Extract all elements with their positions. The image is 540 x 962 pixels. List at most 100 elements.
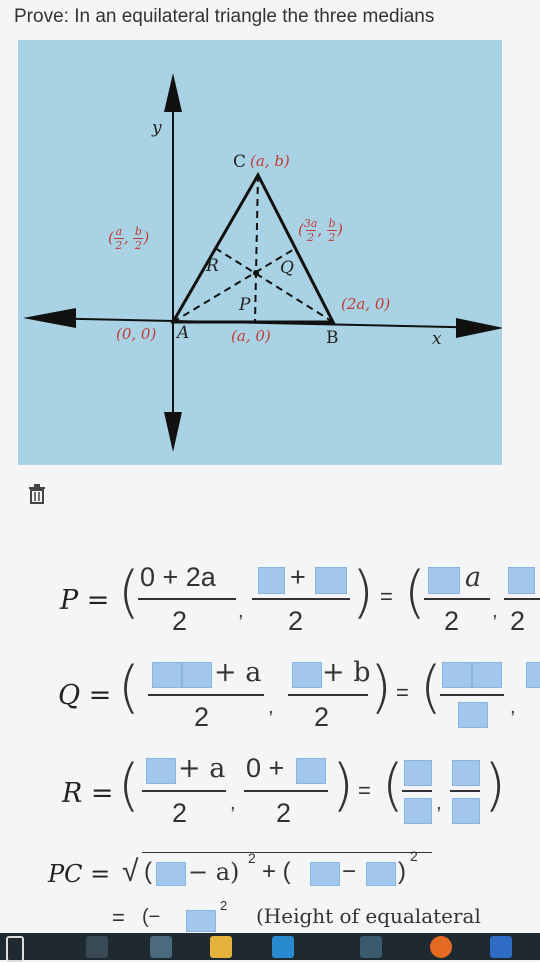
eq-P-equals: =: [380, 584, 393, 609]
eq-R-comma-2: ,: [436, 792, 442, 814]
folder-icon[interactable]: [210, 936, 232, 958]
eq-PC-input-2[interactable]: [310, 862, 340, 886]
point-Q-coord: (3a 2, b 2): [298, 217, 343, 244]
eq-PC-input-1[interactable]: [156, 862, 186, 886]
eq-P-num2: +: [290, 562, 306, 592]
eq-PC-open: (: [144, 858, 152, 885]
eq-P-den1: 2: [172, 606, 188, 636]
eq-R-fracline4: [450, 790, 480, 792]
eq-PC-sq2: 2: [410, 848, 418, 864]
eq-R-open-paren-2: (: [382, 753, 404, 818]
eq-Q-den2: 2: [314, 702, 330, 732]
eq-P-den4: 2: [510, 606, 526, 636]
eq-PC-lhs: PC =: [48, 860, 111, 888]
median-AQ: [172, 247, 297, 323]
eq-Q-num2: + b: [322, 657, 371, 688]
eq-P-fracline3: [424, 598, 490, 600]
eq-P-num1: 0 + 2a: [140, 562, 216, 592]
eq-Q-num1: + a: [214, 657, 262, 688]
point-A-label: A: [177, 323, 190, 343]
eq-PC-close: ): [398, 858, 406, 885]
eq-Q-input-3[interactable]: [292, 662, 322, 688]
eq-R-input-4[interactable]: [404, 798, 432, 824]
eq-next-input-1[interactable]: [186, 910, 216, 932]
eq-R-input-2[interactable]: [296, 758, 326, 784]
eq-P-input-1[interactable]: [258, 567, 285, 594]
eq-PC-sqrt-bar: [142, 852, 432, 853]
eq-Q-input-4[interactable]: [442, 662, 472, 688]
eq-R-input-3[interactable]: [404, 760, 432, 786]
coordinate-diagram: y x C (a, b) A (0, 0) B (2a, 0) P (a, 0)…: [18, 40, 502, 465]
eq-Q-input-5[interactable]: [472, 662, 502, 688]
point-A-coord: (0, 0): [116, 325, 157, 343]
eq-R-close-paren: ): [332, 753, 354, 818]
eq-next-sq: 2: [220, 898, 228, 913]
x-axis-arrow-left: [23, 308, 76, 328]
triangle-ABC: [170, 171, 336, 324]
eq-R-num2: 0 +: [246, 753, 285, 783]
eq-Q-equals: =: [396, 680, 409, 705]
app-icon-1[interactable]: [86, 936, 108, 958]
eq-P-open-paren: (: [118, 560, 140, 625]
point-Q-label: Q: [280, 258, 294, 278]
eq-P-den3: 2: [444, 606, 460, 636]
eq-Q-fracline2: [288, 694, 368, 696]
eq-PC-minus: −: [342, 858, 357, 885]
eq-PC-input-3[interactable]: [366, 862, 396, 886]
x-axis-label: x: [432, 329, 442, 349]
eq-next-part: (−: [142, 906, 161, 928]
eq-Q-open-paren: (: [118, 655, 140, 720]
eq-R-equals: =: [358, 778, 371, 803]
eq-Q-input-7[interactable]: [526, 662, 540, 688]
eq-R-lhs: R =: [62, 778, 114, 809]
eq-PC-sq1: 2: [248, 850, 256, 866]
eq-Q-fracline3: [440, 694, 504, 696]
point-C-coord: (a, b): [250, 152, 290, 170]
eq-P-num3: a: [465, 562, 482, 593]
eq-P-den2: 2: [288, 606, 304, 636]
centroid-point: [253, 270, 259, 276]
eq-Q-close-paren: ): [370, 655, 392, 720]
eq-R-den1: 2: [172, 798, 188, 828]
point-B-label: B: [326, 328, 339, 348]
eq-P-comma: ,: [238, 600, 244, 622]
point-R-coord: (a 2, b 2): [108, 225, 150, 252]
eq-P-lhs: P =: [60, 585, 110, 616]
eq-R-fracline3: [402, 790, 432, 792]
eq-P-input-3[interactable]: [428, 567, 460, 594]
eq-Q-lhs: Q =: [58, 680, 112, 711]
store-icon[interactable]: [272, 936, 294, 958]
eq-PC-sqrt: √: [122, 855, 139, 888]
eq-P-comma-2: ,: [492, 600, 498, 622]
eq-R-input-6[interactable]: [452, 798, 480, 824]
taskbar: [0, 933, 540, 962]
eq-PC-minus-a: − a): [188, 858, 240, 886]
eq-R-input-1[interactable]: [146, 758, 176, 784]
eq-Q-den1: 2: [194, 702, 210, 732]
point-C-label: C: [233, 152, 247, 172]
eq-Q-input-6[interactable]: [458, 702, 488, 728]
eq-R-fracline1: [142, 790, 226, 792]
eq-Q-comma-2: ,: [510, 696, 516, 718]
eq-next-lhs: =: [112, 905, 125, 930]
trash-icon[interactable]: [28, 484, 46, 504]
eq-R-input-5[interactable]: [452, 760, 480, 786]
eq-Q-input-2[interactable]: [182, 662, 212, 688]
eq-P-close-paren: ): [352, 560, 374, 625]
point-R-label: R: [206, 256, 219, 276]
app-icon-3[interactable]: [360, 936, 382, 958]
eq-Q-input-1[interactable]: [152, 662, 182, 688]
eq-P-input-4[interactable]: [508, 567, 535, 594]
diagram-canvas: [23, 73, 502, 452]
x-axis-arrow-right: [456, 318, 502, 338]
app-icon-4[interactable]: [490, 936, 512, 958]
start-icon[interactable]: [6, 936, 24, 962]
y-axis-arrow-up: [164, 73, 182, 112]
app-icon-2[interactable]: [150, 936, 172, 958]
problem-prompt: Prove: In an equilateral triangle the th…: [14, 6, 435, 27]
eq-R-comma: ,: [230, 792, 236, 814]
eq-R-num1: + a: [178, 753, 226, 784]
median-CP: [254, 174, 259, 324]
eq-P-input-2[interactable]: [315, 567, 347, 594]
firefox-icon[interactable]: [430, 936, 452, 958]
